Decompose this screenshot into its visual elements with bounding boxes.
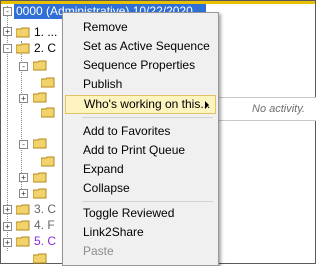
menu-item-label: Who's working on this... xyxy=(84,97,211,111)
menu-item-whos-working[interactable]: Who's working on this... xyxy=(65,95,216,114)
context-menu: Remove Set as Active Sequence Sequence P… xyxy=(62,12,219,266)
collapse-icon[interactable]: - xyxy=(19,140,28,149)
folder-icon xyxy=(41,107,55,118)
collapse-icon[interactable]: - xyxy=(3,44,12,53)
menu-separator xyxy=(82,117,213,118)
submenu-arrow-icon xyxy=(205,101,209,109)
folder-icon xyxy=(33,188,47,199)
expand-icon[interactable]: + xyxy=(19,189,28,198)
folder-icon xyxy=(16,27,30,38)
folder-icon xyxy=(16,43,30,54)
collapse-icon[interactable]: - xyxy=(19,62,28,71)
tree-item-1[interactable]: 1. ... xyxy=(34,25,57,39)
menu-item-paste: Paste xyxy=(83,244,114,258)
expand-icon[interactable]: + xyxy=(3,205,12,214)
folder-icon xyxy=(33,138,47,149)
folder-icon xyxy=(33,172,47,183)
tree-item-5[interactable]: 5. C xyxy=(34,234,56,248)
folder-icon xyxy=(33,92,47,103)
folder-icon xyxy=(41,77,55,88)
tree-item-3[interactable]: 3. C xyxy=(34,202,56,216)
expand-icon[interactable]: + xyxy=(3,222,12,231)
tree-connector-line xyxy=(7,6,8,251)
menu-item-set-active-sequence[interactable]: Set as Active Sequence xyxy=(65,37,216,56)
expand-icon[interactable]: + xyxy=(19,173,28,182)
menu-item-expand[interactable]: Expand xyxy=(65,160,216,179)
menu-item-link2share[interactable]: Link2Share xyxy=(65,223,216,242)
menu-item-add-to-print-queue[interactable]: Add to Print Queue xyxy=(65,141,216,160)
collapse-icon[interactable]: - xyxy=(3,7,12,16)
menu-item-toggle-reviewed[interactable]: Toggle Reviewed xyxy=(65,204,216,223)
expand-icon[interactable]: + xyxy=(3,238,12,247)
expand-icon[interactable]: + xyxy=(19,94,28,103)
menu-item-sequence-properties[interactable]: Sequence Properties xyxy=(65,56,216,75)
tree-item-2[interactable]: 2. C xyxy=(34,41,56,55)
folder-icon xyxy=(33,60,47,71)
menu-item-collapse[interactable]: Collapse xyxy=(65,179,216,198)
menu-item-add-to-favorites[interactable]: Add to Favorites xyxy=(65,122,216,141)
expand-icon[interactable]: + xyxy=(3,27,12,36)
folder-icon xyxy=(16,220,30,231)
folder-icon xyxy=(41,156,55,167)
folder-icon xyxy=(33,253,47,264)
menu-item-remove[interactable]: Remove xyxy=(65,18,216,37)
folder-icon xyxy=(16,236,30,247)
tree-item-4[interactable]: 4. F xyxy=(34,218,55,232)
menu-item-publish[interactable]: Publish xyxy=(65,75,216,94)
folder-icon xyxy=(16,204,30,215)
menu-separator xyxy=(82,201,213,202)
activity-status: No activity. xyxy=(215,97,316,121)
